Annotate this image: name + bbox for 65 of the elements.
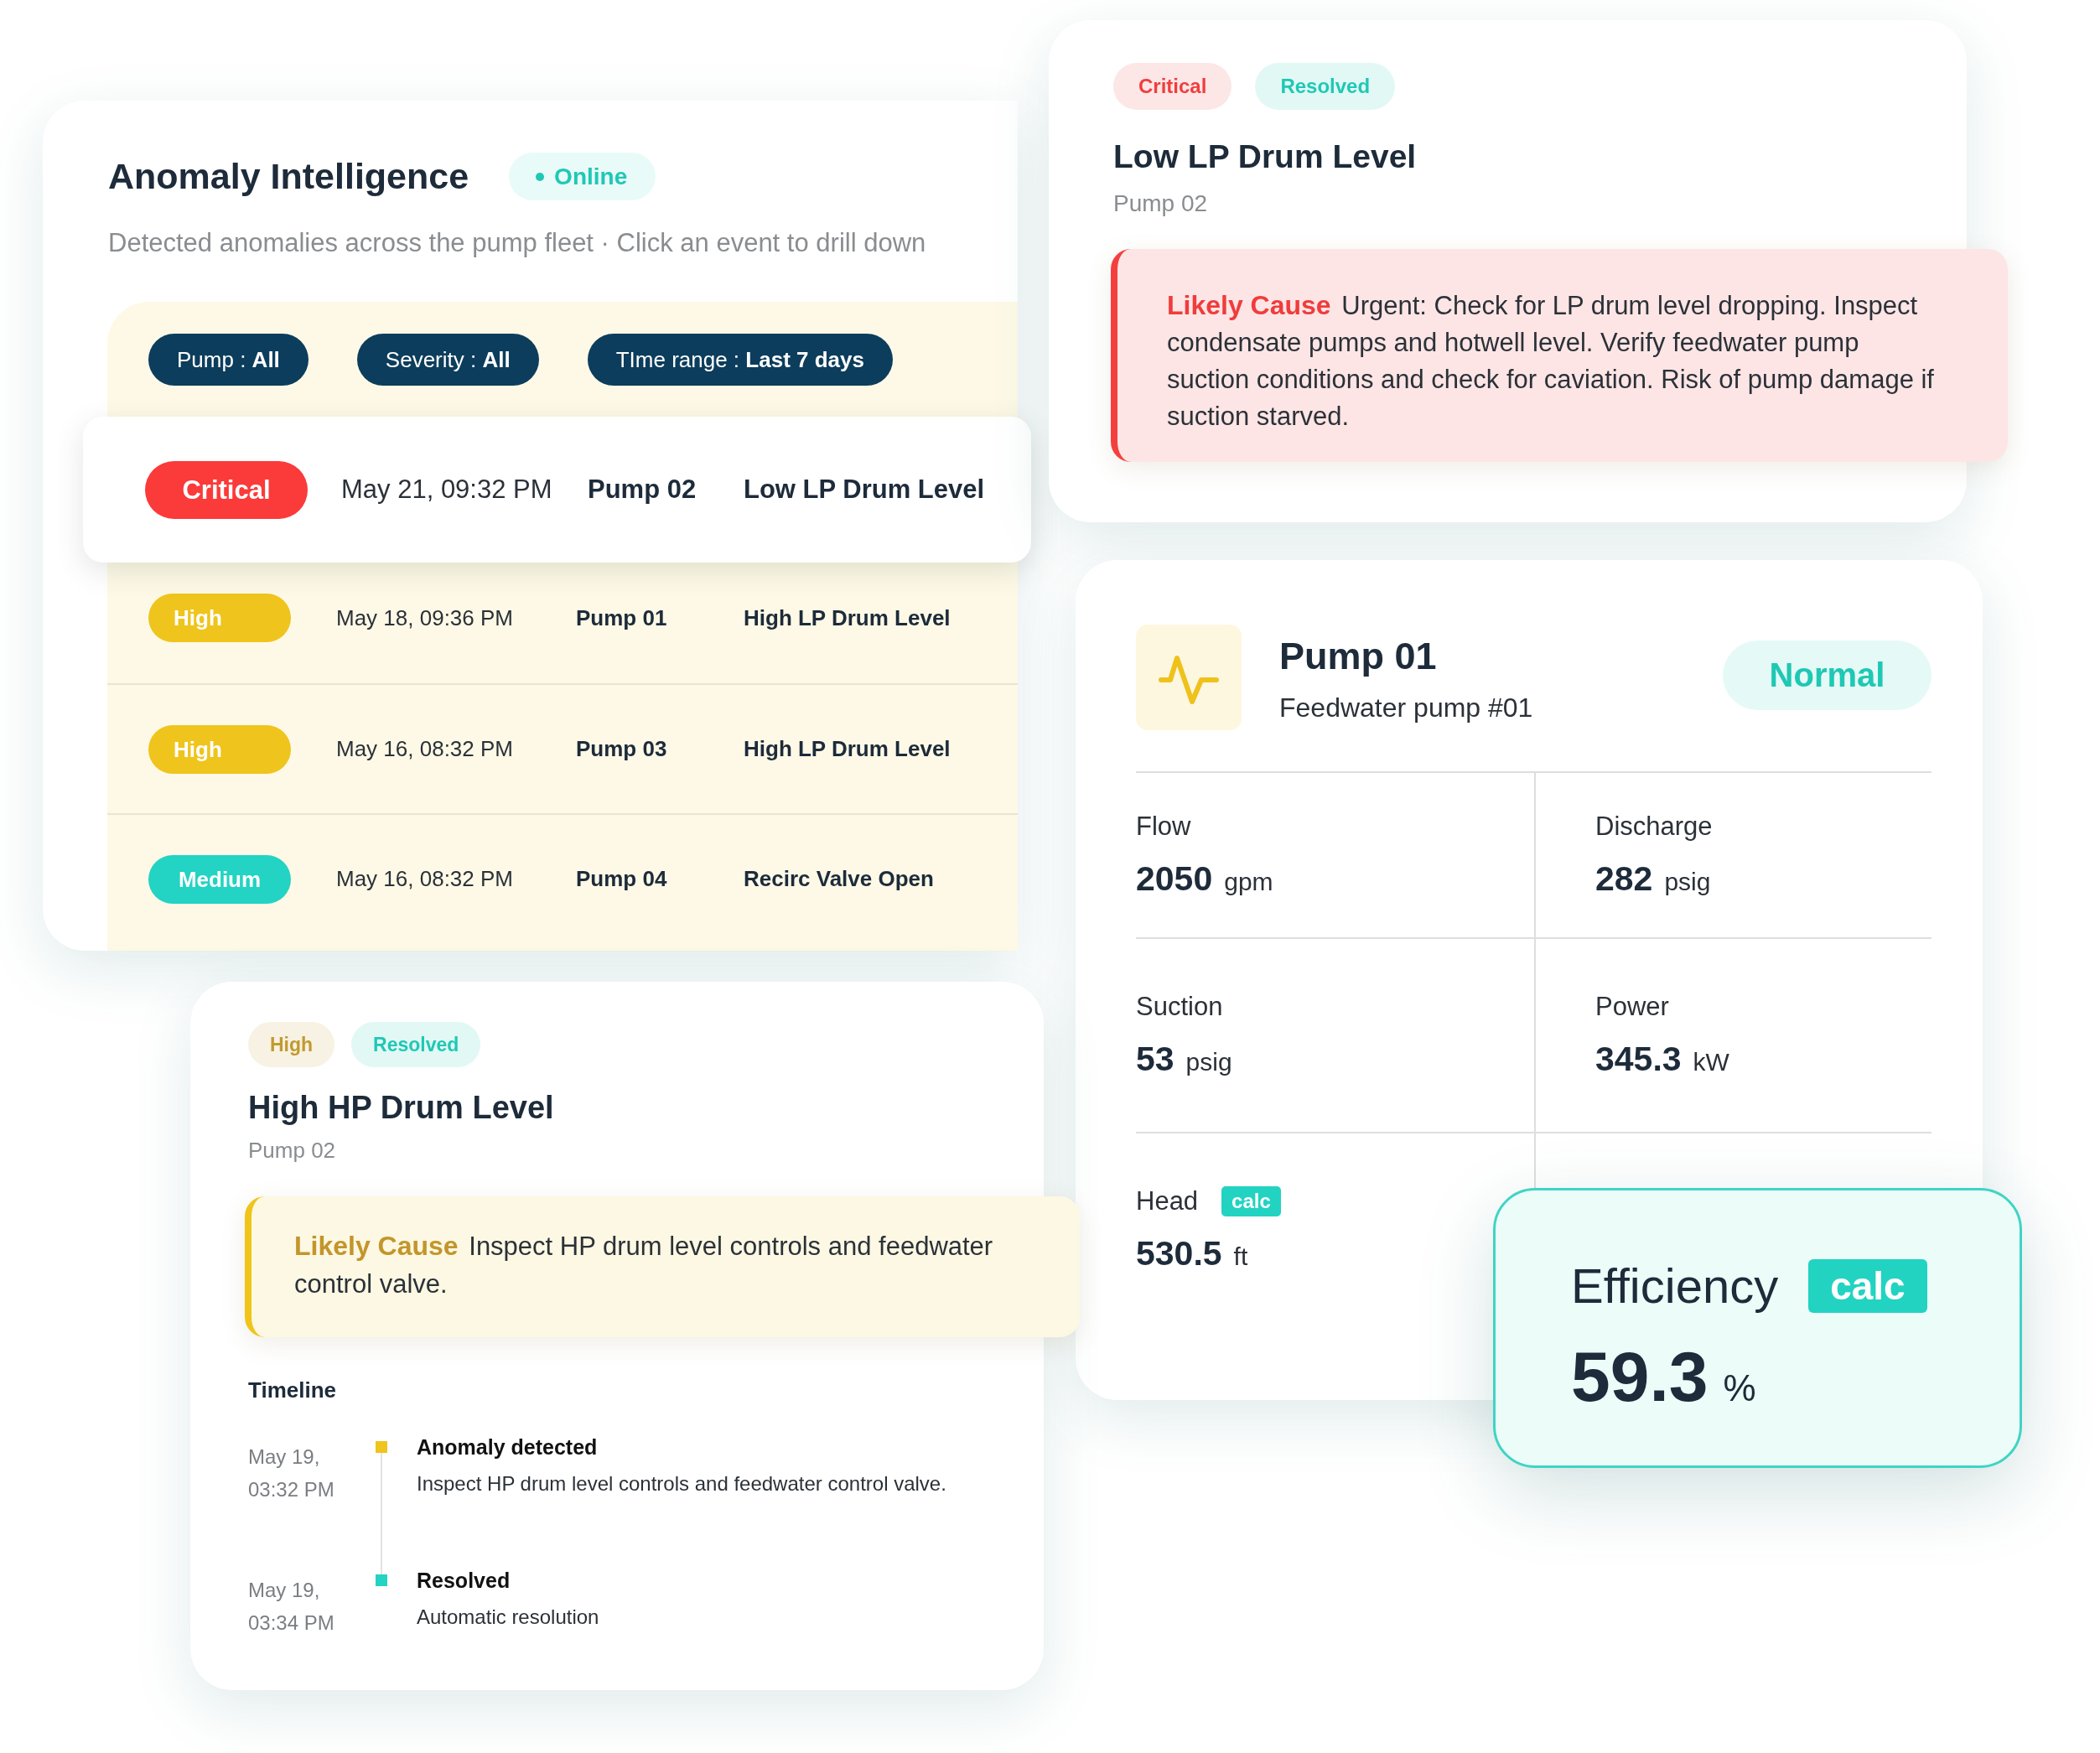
metric-unit: psig	[1664, 867, 1711, 896]
status-dot-icon	[536, 172, 545, 181]
pump-name: Pump 01	[576, 604, 667, 631]
pulse-icon	[1136, 625, 1242, 730]
status-badge: Normal	[1723, 641, 1931, 710]
metric-value: 282	[1595, 858, 1653, 899]
calc-tag: calc	[1221, 1185, 1281, 1216]
pump-title: Pump 01	[1279, 635, 1437, 678]
metric-label: Head	[1136, 1185, 1199, 1217]
event-time: May 18, 09:36 PM	[336, 604, 513, 631]
pump-description: Feedwater pump #01	[1279, 692, 1533, 724]
likely-cause-callout: Likely Cause Inspect HP drum level controls and feedwater control valve.	[245, 1196, 1080, 1337]
likely-cause-callout: Likely Cause Urgent: Check for LP drum level dropping. Inspect condensate pumps and hotwell level. Verify feedwater pump suction conditions and check for caviation. Risk of pump damage if suction starved.	[1111, 249, 2008, 462]
metric-unit: ft	[1233, 1242, 1248, 1271]
incident-title: Low LP Drum Level	[1113, 137, 1417, 176]
filter-chip[interactable]: Pump : All	[148, 334, 309, 386]
status-tag: Critical	[1113, 63, 1232, 110]
metric-label: Power	[1595, 990, 1669, 1023]
event-name: Recirc Valve Open	[744, 866, 934, 892]
severity-badge: High	[148, 724, 291, 774]
event-name: High LP Drum Level	[744, 604, 951, 631]
status-tag: Resolved	[1255, 63, 1396, 110]
metric-label: Discharge	[1595, 810, 1713, 843]
metric-unit: kW	[1693, 1047, 1729, 1076]
timeline-date: May 19, 03:34 PM	[248, 1578, 335, 1636]
timeline-event-title: Anomaly detected	[417, 1434, 598, 1460]
event-name: High LP Drum Level	[744, 736, 951, 762]
metric-value: 345.3	[1595, 1038, 1682, 1079]
status-label: Online	[554, 163, 628, 190]
calc-tag: calc	[1808, 1259, 1927, 1313]
pump-name: Pump 04	[576, 866, 667, 892]
incident-pump: Pump 02	[248, 1137, 336, 1164]
event-row[interactable]: Critical May 21, 09:32 PM Pump 02 Low LP Drum Level	[83, 417, 1031, 563]
efficiency-unit: %	[1723, 1367, 1756, 1409]
filter-chip[interactable]: Severity : All	[356, 334, 539, 386]
timeline-event-detail: Inspect HP drum level controls and feedwater control valve.	[417, 1472, 946, 1496]
event-time: May 16, 08:32 PM	[336, 736, 513, 762]
incident-title: High HP Drum Level	[248, 1089, 554, 1126]
status-tag: High	[248, 1022, 335, 1067]
metric-unit: psig	[1185, 1047, 1232, 1076]
timeline-event-title: Resolved	[417, 1568, 511, 1593]
panel-title: Anomaly Intelligence	[108, 154, 469, 198]
severity-badge: Medium	[148, 854, 291, 904]
filter-chip[interactable]: TIme range : Last 7 days	[587, 334, 893, 386]
timeline-title: Timeline	[248, 1377, 336, 1403]
metric-unit: gpm	[1224, 867, 1273, 896]
panel-subtitle: Detected anomalies across the pump fleet · Click an event to drill down	[108, 229, 926, 257]
metric-value: 2050	[1136, 858, 1213, 899]
pump-name: Pump 03	[576, 736, 667, 762]
timeline-date: May 19, 03:32 PM	[248, 1444, 335, 1502]
metric-label: Flow	[1136, 810, 1191, 843]
timeline-event-detail: Automatic resolution	[417, 1605, 599, 1629]
pump-name: Pump 02	[588, 475, 697, 505]
event-name: Low LP Drum Level	[744, 475, 985, 505]
event-time: May 21, 09:32 PM	[341, 475, 552, 505]
event-time: May 16, 08:32 PM	[336, 866, 513, 892]
efficiency-value: 59.3	[1571, 1338, 1709, 1415]
incident-pump: Pump 02	[1113, 189, 1208, 218]
metric-label: Suction	[1136, 990, 1223, 1023]
severity-badge: High	[148, 594, 291, 642]
efficiency-label: Efficiency	[1571, 1259, 1779, 1313]
metric-value: 53	[1136, 1038, 1174, 1079]
status-tag: Resolved	[351, 1022, 481, 1067]
metric-value: 530.5	[1136, 1232, 1222, 1273]
severity-badge: Critical	[145, 460, 308, 519]
